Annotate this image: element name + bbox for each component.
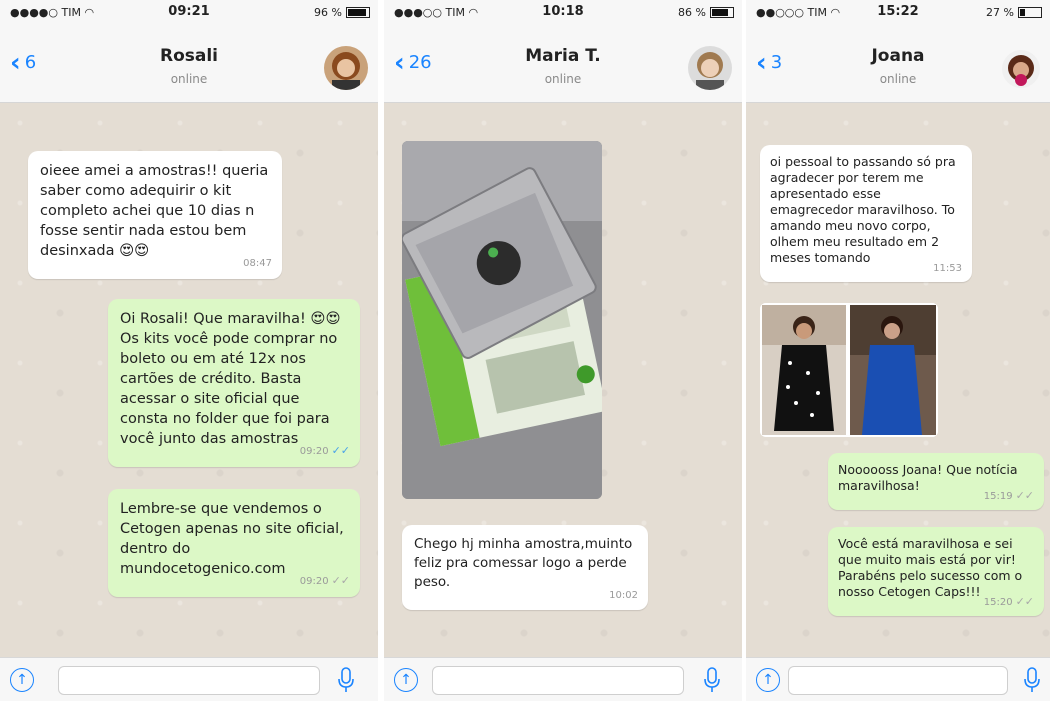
message-time: 09:20 ✓✓ [299, 574, 350, 587]
message-bubble[interactable]: Chego hj minha amostra,muinto feliz pra … [402, 525, 648, 610]
chat-panel-maria: ●●●○○ TIM ◠ 10:18 86 % ‹ 26 Maria T. onli… [384, 0, 742, 701]
message-text: oi pessoal to passando só pra agradecer … [770, 154, 960, 265]
input-bar: ↑ [0, 657, 378, 701]
message-bubble[interactable]: Você está maravilhosa e sei que muito ma… [828, 527, 1044, 616]
upload-icon[interactable]: ↑ [756, 668, 780, 692]
microphone-icon[interactable] [1022, 666, 1042, 694]
message-list[interactable]: Chego hj minha amostra,muinto feliz pra … [384, 103, 742, 658]
message-bubble[interactable]: Lembre-se que vendemos o Cetogen apenas … [108, 489, 360, 597]
battery-indicator: 27 % [986, 6, 1042, 19]
message-time: 15:19 ✓✓ [983, 489, 1034, 502]
upload-icon[interactable]: ↑ [10, 668, 34, 692]
message-time: 10:02 [609, 590, 638, 601]
status-bar: ●●●○○ TIM ◠ 10:18 86 % [384, 0, 742, 22]
battery-icon [1018, 7, 1042, 18]
avatar[interactable] [324, 46, 368, 90]
message-input[interactable] [788, 666, 1008, 695]
upload-icon[interactable]: ↑ [394, 668, 418, 692]
input-bar: ↑ [384, 657, 742, 701]
status-bar: ●●○○○ TIM ◠ 15:22 27 % [746, 0, 1050, 22]
contact-name[interactable]: Rosali [0, 46, 378, 66]
message-bubble[interactable]: Noooooss Joana! Que notícia maravilhosa!… [828, 453, 1044, 510]
message-time: 08:47 [243, 258, 272, 269]
chat-panel-rosali: ●●●●○ TIM ◠ 09:21 96 % ‹ 6 Rosali online … [0, 0, 378, 701]
battery-icon [710, 7, 734, 18]
message-list[interactable]: oi pessoal to passando só pra agradecer … [746, 103, 1050, 658]
message-input[interactable] [58, 666, 320, 695]
avatar[interactable] [1002, 50, 1040, 88]
chat-panel-joana: ●●○○○ TIM ◠ 15:22 27 % ‹ 3 Joana online o… [746, 0, 1050, 701]
message-text: Você está maravilhosa e sei que muito ma… [838, 536, 1027, 599]
battery-icon [346, 7, 370, 18]
message-time: 11:53 [933, 263, 962, 274]
message-input[interactable] [432, 666, 684, 695]
chat-header: ‹ 6 Rosali online [0, 22, 378, 103]
message-text: Oi Rosali! Que maravilha! 😍😍 Os kits voc… [120, 311, 346, 447]
battery-indicator: 96 % [314, 6, 370, 19]
message-text: Chego hj minha amostra,muinto feliz pra … [414, 536, 637, 590]
microphone-icon[interactable] [336, 666, 356, 694]
delivered-ticks-icon: ✓✓ [1015, 489, 1034, 502]
chat-header: ‹ 3 Joana online [746, 22, 1050, 103]
contact-status: online [170, 72, 208, 86]
message-time: 09:20 ✓✓ [299, 444, 350, 457]
read-ticks-icon: ✓✓ [331, 444, 350, 457]
photo-message[interactable] [760, 303, 938, 437]
chat-header: ‹ 26 Maria T. online [384, 22, 742, 103]
input-bar: ↑ [746, 657, 1050, 701]
photo-message[interactable] [402, 141, 602, 499]
status-bar: ●●●●○ TIM ◠ 09:21 96 % [0, 0, 378, 22]
delivered-ticks-icon: ✓✓ [331, 574, 350, 587]
battery-indicator: 86 % [678, 6, 734, 19]
message-bubble[interactable]: oieee amei a amostras!! queria saber com… [28, 151, 282, 279]
message-text: oieee amei a amostras!! queria saber com… [40, 163, 273, 259]
message-text: Lembre-se que vendemos o Cetogen apenas … [120, 501, 349, 577]
message-bubble[interactable]: oi pessoal to passando só pra agradecer … [760, 145, 972, 282]
message-list[interactable]: oieee amei a amostras!! queria saber com… [0, 103, 378, 658]
message-time: 15:20 ✓✓ [983, 595, 1034, 608]
delivered-ticks-icon: ✓✓ [1015, 595, 1034, 608]
microphone-icon[interactable] [702, 666, 722, 694]
message-bubble[interactable]: Oi Rosali! Que maravilha! 😍😍 Os kits voc… [108, 299, 360, 467]
avatar[interactable] [688, 46, 732, 90]
